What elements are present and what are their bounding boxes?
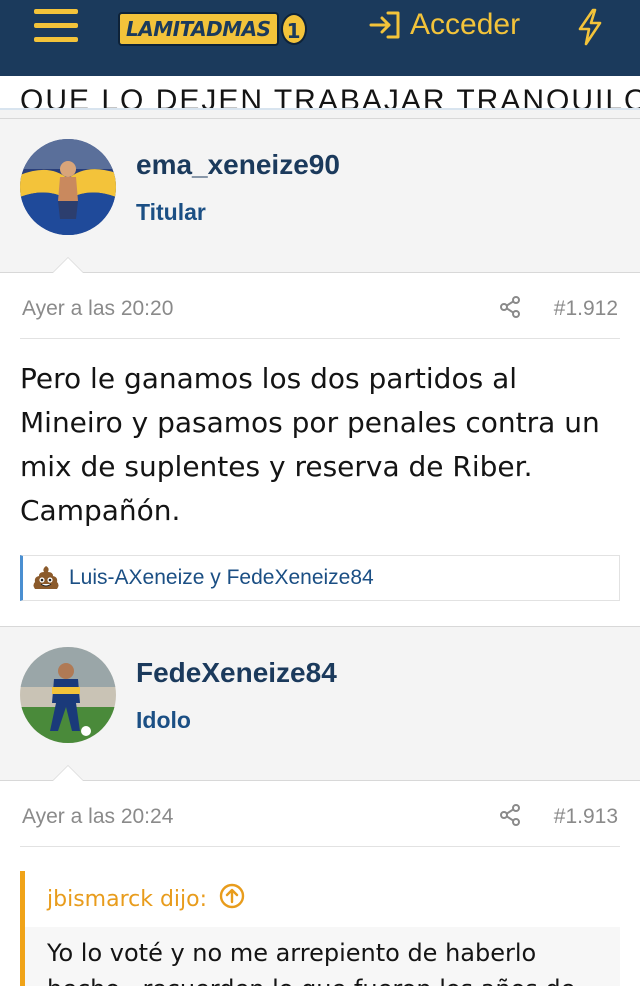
logo-number: 1 (280, 13, 307, 45)
whats-new-button[interactable] (576, 8, 604, 51)
post-meta: Ayer a las 20:24 #1.913 (20, 781, 620, 847)
post-user-info: ema_xeneize90 Titular (0, 119, 640, 273)
post-body: Pero le ganamos los dos partidos al Mine… (20, 362, 600, 527)
login-label: Acceder (410, 8, 521, 41)
top-navigation-bar: LAMITADMAS 1 Acceder (0, 0, 640, 76)
quote-header: jbismarck dijo: (25, 871, 620, 927)
avatar-image (20, 647, 116, 743)
post-date[interactable]: Ayer a las 20:20 (22, 297, 173, 321)
post-1913: FedeXeneize84 Idolo Ayer a las 20:24 #1.… (0, 626, 640, 986)
go-to-quoted-post-icon[interactable] (219, 883, 245, 915)
reactions-users: Luis-AXeneize y FedeXeneize84 (69, 566, 374, 589)
login-icon (369, 11, 400, 39)
login-button[interactable]: Acceder (368, 8, 520, 42)
share-icon[interactable] (498, 803, 522, 832)
quote-block: jbismarck dijo: Yo lo voté y no me arrep… (20, 871, 620, 986)
post-number[interactable]: #1.912 (554, 297, 618, 321)
user-arrow (52, 257, 84, 273)
lightning-icon (578, 8, 602, 46)
username[interactable]: FedeXeneize84 (136, 657, 337, 689)
avatar[interactable] (20, 139, 116, 235)
post-number[interactable]: #1.913 (554, 805, 618, 829)
user-arrow (52, 765, 84, 781)
logo-text: LAMITADMAS (118, 12, 279, 46)
previous-post-text: QUE LO DEJEN TRABAJAR TRANQUILO. (20, 84, 640, 110)
username[interactable]: ema_xeneize90 (136, 149, 340, 181)
quote-author[interactable]: jbismarck dijo: (47, 887, 207, 912)
avatar-image (20, 139, 116, 235)
user-title: Titular (136, 199, 206, 225)
post-meta: Ayer a las 20:20 #1.912 (20, 273, 620, 339)
avatar[interactable] (20, 647, 116, 743)
reactions-bar[interactable]: Luis-AXeneize y FedeXeneize84 (20, 555, 620, 601)
share-icon[interactable] (498, 295, 522, 324)
user-title: Idolo (136, 707, 191, 733)
site-logo[interactable]: LAMITADMAS 1 (118, 10, 307, 48)
post-date[interactable]: Ayer a las 20:24 (22, 805, 173, 829)
forum-thread-page: QUE LO DEJEN TRABAJAR TRANQUILO. LAMITAD… (0, 0, 640, 986)
quote-text: Yo lo voté y no me arrepiento de haberlo… (47, 939, 575, 986)
poop-emoji-icon (33, 566, 59, 589)
post-1912: ema_xeneize90 Titular Ayer a las 20:20 #… (0, 118, 640, 626)
menu-icon[interactable] (34, 9, 78, 45)
post-user-info: FedeXeneize84 Idolo (0, 627, 640, 781)
